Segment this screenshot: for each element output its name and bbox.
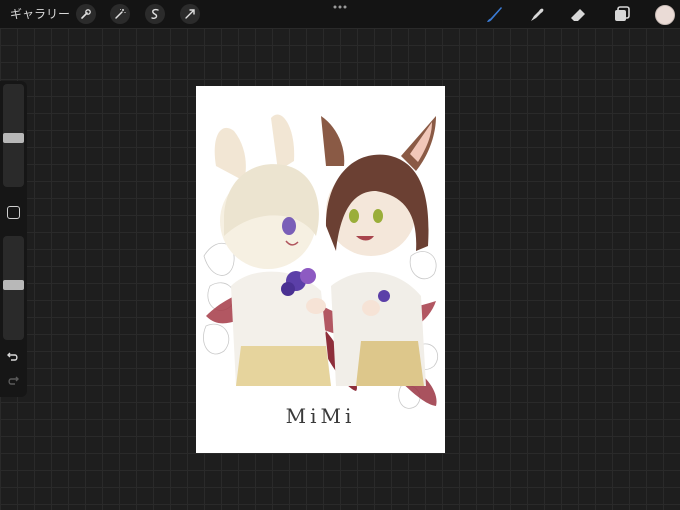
color-picker-swatch[interactable] <box>655 5 675 25</box>
eraser-icon[interactable] <box>567 3 589 25</box>
selection-icon <box>151 8 159 19</box>
top-toolbar: ギャラリー <box>0 0 680 28</box>
drawing-canvas[interactable]: MiMi <box>196 86 445 453</box>
adjustments-button[interactable] <box>110 4 130 24</box>
gallery-button[interactable]: ギャラリー <box>10 5 70 23</box>
smudge-icon[interactable] <box>525 3 547 25</box>
artwork-illustration <box>203 114 439 409</box>
redo-icon[interactable] <box>6 373 20 387</box>
undo-icon[interactable] <box>6 349 20 363</box>
modify-button[interactable] <box>7 206 20 219</box>
transform-button[interactable] <box>180 4 200 24</box>
procreate-workspace: ギャラリー MiMi <box>0 0 680 510</box>
magic-wand-icon <box>115 9 126 19</box>
brush-size-slider-thumb[interactable] <box>3 133 24 144</box>
opacity-slider-thumb[interactable] <box>3 280 24 291</box>
transform-arrow-icon <box>185 9 195 19</box>
actions-wrench-button[interactable] <box>76 4 96 24</box>
brush-icon[interactable] <box>483 3 505 25</box>
selection-button[interactable] <box>145 4 165 24</box>
side-toolbar <box>0 81 27 397</box>
more-options-icon[interactable] <box>332 3 348 11</box>
artwork-signature: MiMi <box>285 404 356 428</box>
layers-icon[interactable] <box>611 3 633 25</box>
wrench-icon <box>81 9 91 19</box>
